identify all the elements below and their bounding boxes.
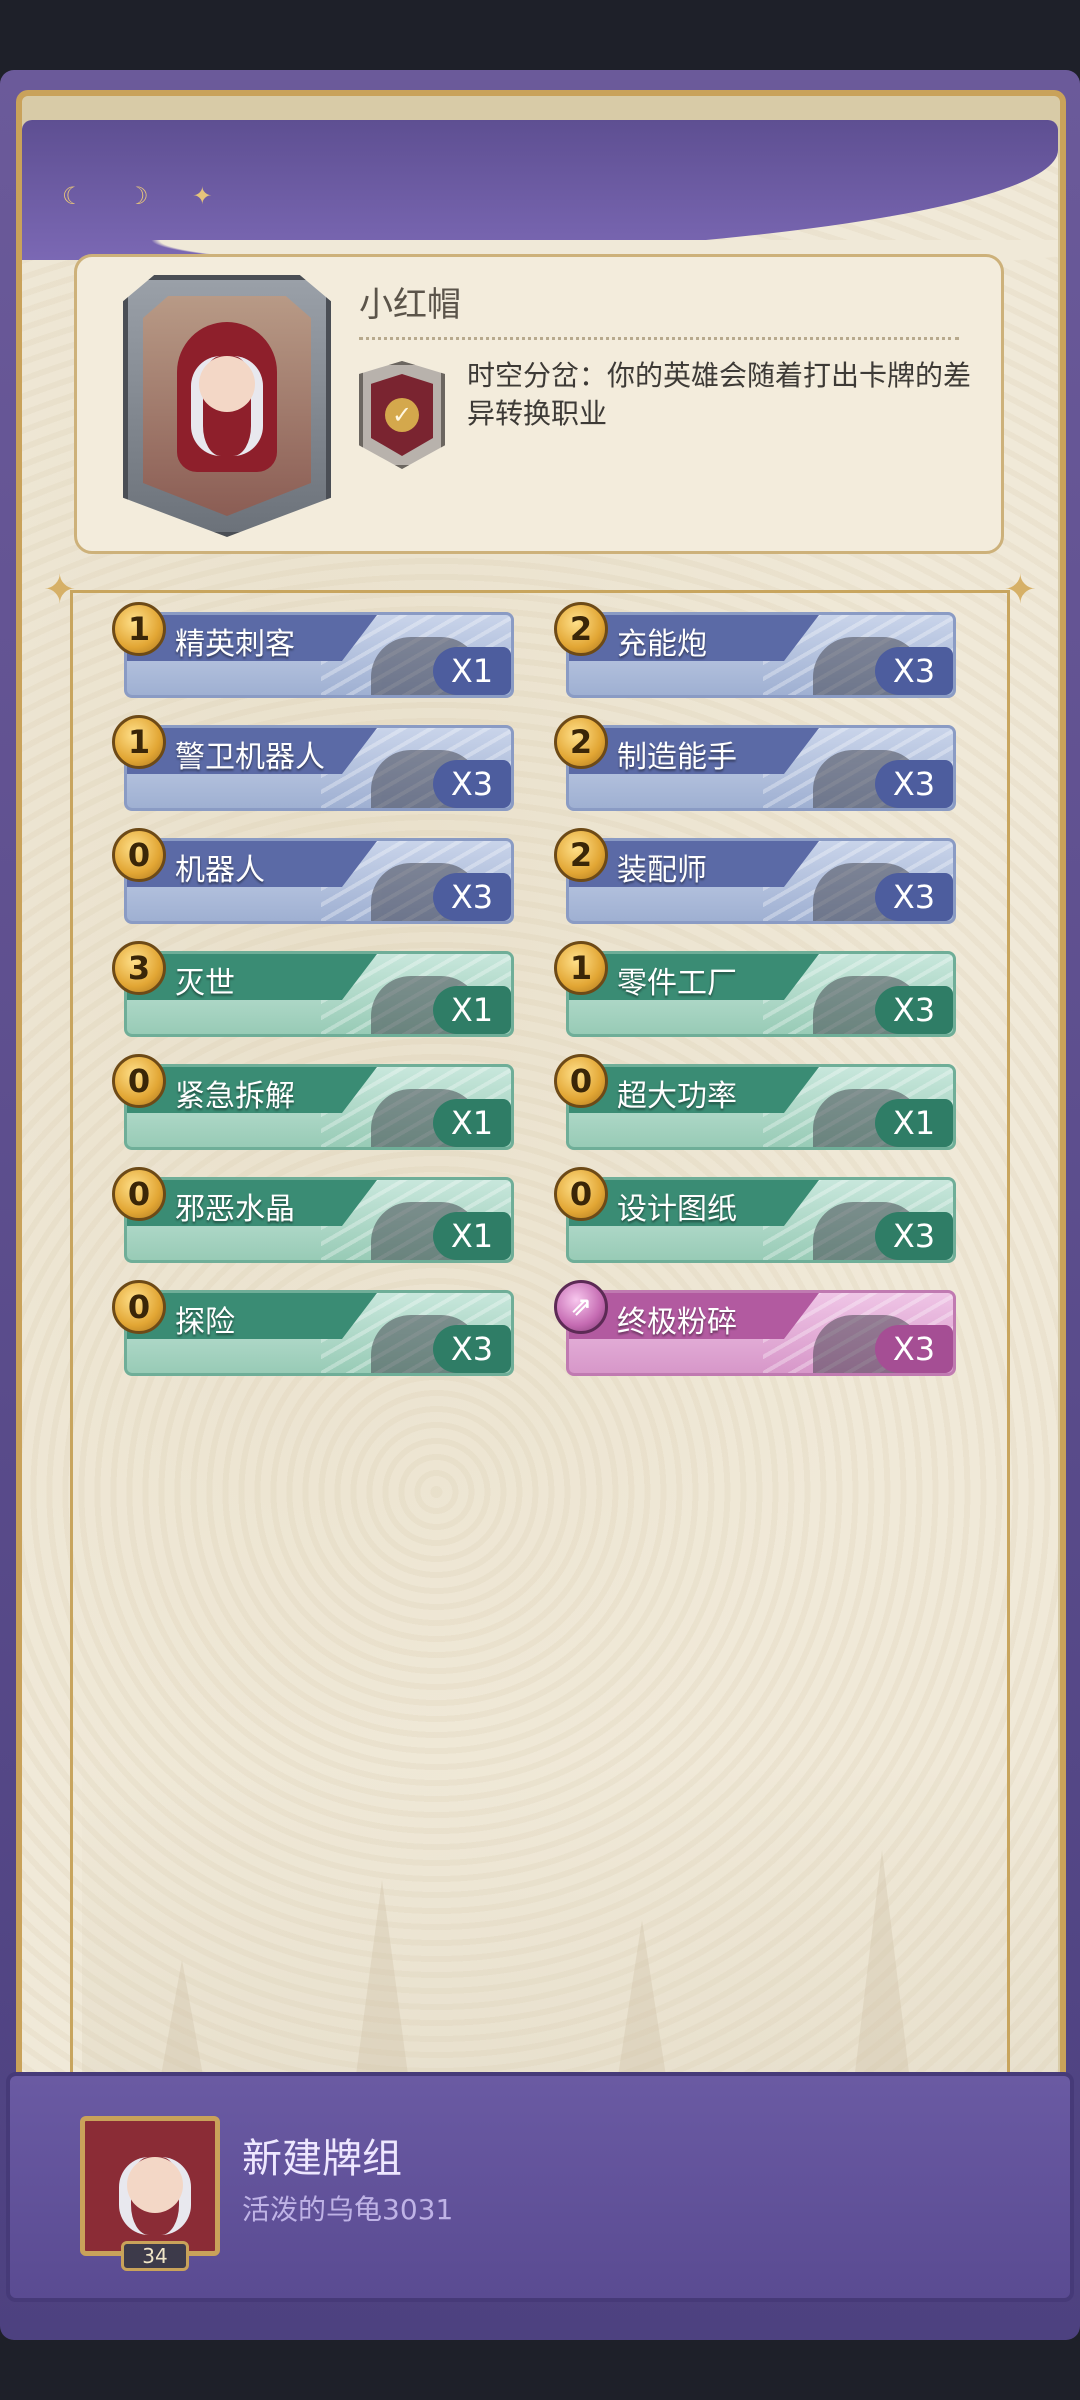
card-count: X1 xyxy=(875,1099,953,1147)
card-count: X3 xyxy=(875,986,953,1034)
divider xyxy=(359,337,959,340)
card-cost: 3 xyxy=(112,941,166,995)
card-count: X3 xyxy=(433,873,511,921)
hero-info-panel: 小红帽 ✓ 时空分岔：你的英雄会随着打出卡牌的差异转换职业 xyxy=(74,254,1004,554)
card-body: 充能炮 X3 xyxy=(566,612,956,698)
card-body: 终极粉碎 X3 xyxy=(566,1290,956,1376)
card-name: 警卫机器人 xyxy=(175,740,325,775)
card-item[interactable]: 制造能手 X3 2 xyxy=(554,715,956,811)
card-name: 探险 xyxy=(175,1305,235,1340)
moon-ornament-icon: ☾ ☽ ✦ xyxy=(62,182,231,210)
card-item[interactable]: 精英刺客 X1 1 xyxy=(112,602,514,698)
card-cost: 1 xyxy=(112,715,166,769)
card-item[interactable]: 零件工厂 X3 1 xyxy=(554,941,956,1037)
hero-portrait[interactable] xyxy=(123,275,331,537)
card-name: 充能炮 xyxy=(617,627,707,662)
card-body: 探险 X3 xyxy=(124,1290,514,1376)
card-body: 警卫机器人 X3 xyxy=(124,725,514,811)
card-body: 装配师 X3 xyxy=(566,838,956,924)
hero-skill-description: 时空分岔：你的英雄会随着打出卡牌的差异转换职业 xyxy=(467,359,972,430)
card-item[interactable]: 设计图纸 X3 0 xyxy=(554,1167,956,1263)
card-item[interactable]: 警卫机器人 X3 1 xyxy=(112,715,514,811)
card-name: 紧急拆解 xyxy=(175,1079,295,1114)
card-item[interactable]: 邪恶水晶 X1 0 xyxy=(112,1167,514,1263)
card-count: X3 xyxy=(875,1212,953,1260)
card-body: 制造能手 X3 xyxy=(566,725,956,811)
card-cost: 0 xyxy=(112,828,166,882)
check-icon: ✓ xyxy=(385,398,419,432)
card-count: X1 xyxy=(433,1212,511,1260)
card-cost: 2 xyxy=(554,602,608,656)
card-item[interactable]: 充能炮 X3 2 xyxy=(554,602,956,698)
card-count: X3 xyxy=(433,1325,511,1373)
deck-avatar[interactable]: 34 xyxy=(80,2116,220,2271)
card-body: 设计图纸 X3 xyxy=(566,1177,956,1263)
card-count: X1 xyxy=(433,647,511,695)
card-name: 灭世 xyxy=(175,966,235,1001)
ultimate-cost-icon: ⇗ xyxy=(554,1280,608,1334)
card-body: 紧急拆解 X1 xyxy=(124,1064,514,1150)
level-badge: 34 xyxy=(121,2241,189,2271)
card-name: 零件工厂 xyxy=(617,966,737,1001)
card-item[interactable]: 超大功率 X1 0 xyxy=(554,1054,956,1150)
card-item[interactable]: 探险 X3 0 xyxy=(112,1280,514,1376)
card-cost: 2 xyxy=(554,828,608,882)
card-body: 灭世 X1 xyxy=(124,951,514,1037)
card-name: 邪恶水晶 xyxy=(175,1192,295,1227)
card-name: 设计图纸 xyxy=(617,1192,737,1227)
hero-skill-badge[interactable]: ✓ xyxy=(359,361,445,469)
card-count: X1 xyxy=(433,986,511,1034)
card-item[interactable]: 终极粉碎 X3 ⇗ xyxy=(554,1280,956,1376)
deck-owner: 活泼的乌龟3031 xyxy=(242,2193,454,2226)
card-body: 零件工厂 X3 xyxy=(566,951,956,1037)
card-body: 邪恶水晶 X1 xyxy=(124,1177,514,1263)
card-name: 精英刺客 xyxy=(175,627,295,662)
card-item[interactable]: 机器人 X3 0 xyxy=(112,828,514,924)
card-cost: 1 xyxy=(112,602,166,656)
card-body: 超大功率 X1 xyxy=(566,1064,956,1150)
card-item[interactable]: 灭世 X1 3 xyxy=(112,941,514,1037)
card-name: 制造能手 xyxy=(617,740,737,775)
card-count: X1 xyxy=(433,1099,511,1147)
card-count: X3 xyxy=(875,873,953,921)
card-count: X3 xyxy=(433,760,511,808)
card-name: 超大功率 xyxy=(617,1079,737,1114)
card-cost: 0 xyxy=(112,1054,166,1108)
card-item[interactable]: 装配师 X3 2 xyxy=(554,828,956,924)
card-count: X3 xyxy=(875,647,953,695)
card-body: 精英刺客 X1 xyxy=(124,612,514,698)
card-count: X3 xyxy=(875,1325,953,1373)
card-name: 装配师 xyxy=(617,853,707,888)
card-cost: 0 xyxy=(554,1167,608,1221)
card-cost: 0 xyxy=(112,1167,166,1221)
card-name: 终极粉碎 xyxy=(617,1305,737,1340)
card-cost: 0 xyxy=(554,1054,608,1108)
card-cost: 1 xyxy=(554,941,608,995)
card-cost: 2 xyxy=(554,715,608,769)
card-name: 机器人 xyxy=(175,853,265,888)
card-body: 机器人 X3 xyxy=(124,838,514,924)
hero-name: 小红帽 xyxy=(359,285,461,325)
deck-title[interactable]: 新建牌组 xyxy=(242,2126,402,2184)
card-cost: 0 xyxy=(112,1280,166,1334)
deck-bar[interactable]: 34 新建牌组 活泼的乌龟3031 xyxy=(6,2072,1074,2302)
card-item[interactable]: 紧急拆解 X1 0 xyxy=(112,1054,514,1150)
card-count: X3 xyxy=(875,760,953,808)
